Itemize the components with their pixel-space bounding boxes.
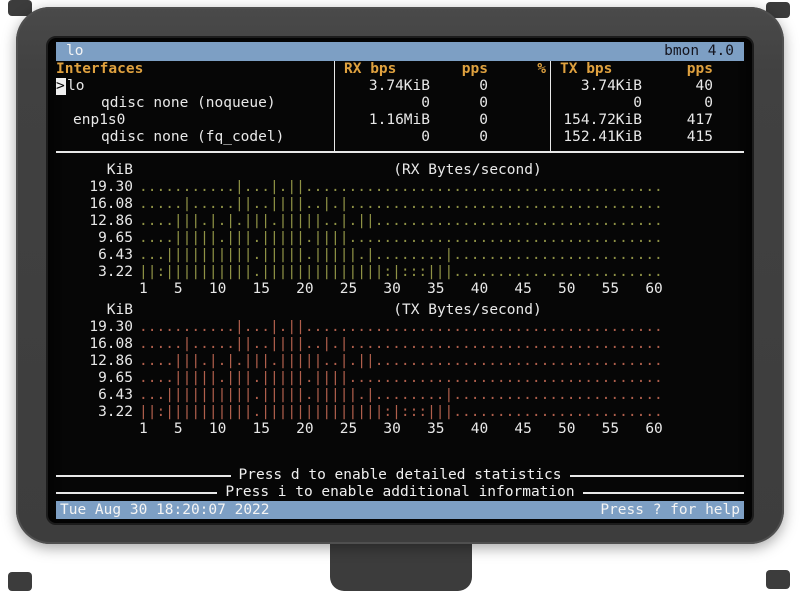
hint-detailed-stats: Press d to enable detailed statistics bbox=[56, 467, 744, 484]
graph-cells: ||:||||||||||.||||||||||||||:|:::|||....… bbox=[139, 264, 663, 281]
graph-cells: .....|.....||..||||..|.|................… bbox=[139, 336, 663, 353]
qdisc-row[interactable]: qdisc none (noqueue) 0 0 0 0 bbox=[56, 95, 744, 112]
y-tick: 6.43 bbox=[56, 247, 133, 264]
graph-cells: ...||||||||||.|||||.|||||.|........|....… bbox=[139, 387, 663, 404]
col-percent: % bbox=[492, 61, 550, 78]
tx-graph-header: KiB (TX Bytes/second) bbox=[56, 302, 744, 319]
x-axis: 1 5 10 15 20 25 30 35 40 45 50 55 60 bbox=[56, 281, 744, 298]
selection-cursor bbox=[56, 129, 66, 146]
rx-pps-value: 0 bbox=[434, 78, 492, 95]
column-separator bbox=[334, 61, 335, 151]
title-bar: lo bmon 4.0 bbox=[56, 42, 744, 61]
rx-bps-value: 0 bbox=[334, 95, 434, 112]
column-separator bbox=[550, 61, 551, 151]
hint-text: Press d to enable detailed statistics bbox=[231, 467, 570, 484]
graph-cells: .....|.....||..||||..|.|................… bbox=[139, 196, 663, 213]
y-tick: 16.08 bbox=[56, 336, 133, 353]
app-version: bmon 4.0 bbox=[664, 42, 734, 61]
percent-value bbox=[492, 78, 550, 95]
help-hint: Press ? for help bbox=[600, 501, 740, 519]
selection-cursor bbox=[56, 112, 66, 129]
selection-cursor: > bbox=[56, 78, 66, 95]
monitor-stand bbox=[330, 538, 472, 591]
qdisc-name: qdisc none (noqueue) bbox=[66, 95, 276, 112]
tx-graph: KiB (TX Bytes/second) 19.30 ...........|.… bbox=[56, 302, 744, 438]
interface-row-enp1s0[interactable]: enp1s0 1.16MiB 0 154.72KiB 417 bbox=[56, 112, 744, 129]
rx-graph: KiB (RX Bytes/second) 19.30 ...........|.… bbox=[56, 162, 744, 298]
y-tick: 9.65 bbox=[56, 230, 133, 247]
graph-cells: ...........|...|.||.....................… bbox=[139, 319, 663, 336]
y-tick: 6.43 bbox=[56, 387, 133, 404]
graph-cells: ...||||||||||.|||||.|||||.|........|....… bbox=[139, 247, 663, 264]
graph-cells: ||:||||||||||.||||||||||||||:|:::|||....… bbox=[139, 404, 663, 421]
percent-value bbox=[492, 129, 550, 146]
y-tick: 19.30 bbox=[56, 319, 133, 336]
terminal-screen[interactable]: lo bmon 4.0 Interfaces RX bps pps % TX b… bbox=[46, 36, 754, 525]
graph-cells: ....|||.|.|.|||.|||||..|.||.............… bbox=[139, 213, 663, 230]
col-tx-pps: pps bbox=[646, 61, 717, 78]
tx-bps-value: 154.72KiB bbox=[550, 112, 646, 129]
page: lo bmon 4.0 Interfaces RX bps pps % TX b… bbox=[0, 0, 800, 591]
graph-title: (TX Bytes/second) bbox=[162, 302, 773, 319]
interfaces-table: Interfaces RX bps pps % TX bps pps > lo … bbox=[56, 61, 744, 153]
mockup-tab-bottom-right bbox=[766, 570, 790, 589]
x-axis: 1 5 10 15 20 25 30 35 40 45 50 55 60 bbox=[56, 421, 744, 438]
table-header: Interfaces RX bps pps % TX bps pps bbox=[56, 61, 744, 78]
col-rx-bps: RX bps bbox=[334, 61, 434, 78]
hint-additional-info: Press i to enable additional information bbox=[56, 484, 744, 501]
graph-title: (RX Bytes/second) bbox=[162, 162, 773, 179]
tx-bps-value: 0 bbox=[550, 95, 646, 112]
rx-pps-value: 0 bbox=[434, 112, 492, 129]
tx-bps-value: 3.74KiB bbox=[550, 78, 646, 95]
y-tick: 19.30 bbox=[56, 179, 133, 196]
rx-graph-header: KiB (RX Bytes/second) bbox=[56, 162, 744, 179]
y-tick: 12.86 bbox=[56, 213, 133, 230]
qdisc-row[interactable]: qdisc none (fq_codel) 0 0 152.41KiB 415 bbox=[56, 129, 744, 146]
x-axis-ticks: 1 5 10 15 20 25 30 35 40 45 50 55 60 bbox=[139, 421, 663, 438]
selection-cursor bbox=[56, 95, 66, 112]
rx-pps-value: 0 bbox=[434, 129, 492, 146]
hint-text: Press i to enable additional information bbox=[217, 484, 582, 501]
graph-cells: ....|||||.|||.|||||.||||................… bbox=[139, 370, 663, 387]
percent-value bbox=[492, 95, 550, 112]
rx-bps-value: 0 bbox=[334, 129, 434, 146]
status-bar: Tue Aug 30 18:20:07 2022 Press ? for hel… bbox=[56, 501, 744, 519]
col-tx-bps: TX bps bbox=[550, 61, 646, 78]
tx-pps-value: 417 bbox=[646, 112, 717, 129]
rx-pps-value: 0 bbox=[434, 95, 492, 112]
col-interfaces: Interfaces bbox=[56, 61, 334, 78]
rx-bps-value: 3.74KiB bbox=[334, 78, 434, 95]
y-tick: 3.22 bbox=[56, 264, 133, 281]
interface-row-lo[interactable]: > lo 3.74KiB 0 3.74KiB 40 bbox=[56, 78, 744, 95]
x-axis-ticks: 1 5 10 15 20 25 30 35 40 45 50 55 60 bbox=[139, 281, 663, 298]
interface-name: lo bbox=[66, 78, 84, 95]
interface-name: enp1s0 bbox=[66, 112, 125, 129]
percent-value bbox=[492, 112, 550, 129]
graph-cells: ....|||.|.|.|||.|||||..|.||.............… bbox=[139, 353, 663, 370]
tx-bps-value: 152.41KiB bbox=[550, 129, 646, 146]
tx-pps-value: 415 bbox=[646, 129, 717, 146]
y-tick: 3.22 bbox=[56, 404, 133, 421]
qdisc-name: qdisc none (fq_codel) bbox=[66, 129, 284, 146]
tx-pps-value: 40 bbox=[646, 78, 717, 95]
col-rx-pps: pps bbox=[434, 61, 492, 78]
tx-pps-value: 0 bbox=[646, 95, 717, 112]
rx-bps-value: 1.16MiB bbox=[334, 112, 434, 129]
window-title: lo bbox=[66, 42, 83, 61]
y-axis-unit: KiB bbox=[56, 302, 133, 319]
y-tick: 16.08 bbox=[56, 196, 133, 213]
y-tick: 12.86 bbox=[56, 353, 133, 370]
y-axis-unit: KiB bbox=[56, 162, 133, 179]
mockup-tab-bottom-left bbox=[8, 572, 32, 591]
status-clock: Tue Aug 30 18:20:07 2022 bbox=[60, 501, 270, 519]
terminal-bezel: lo bmon 4.0 Interfaces RX bps pps % TX b… bbox=[16, 7, 784, 544]
graph-cells: ....|||||.|||.|||||.||||................… bbox=[139, 230, 663, 247]
graph-cells: ...........|...|.||.....................… bbox=[139, 179, 663, 196]
y-tick: 9.65 bbox=[56, 370, 133, 387]
